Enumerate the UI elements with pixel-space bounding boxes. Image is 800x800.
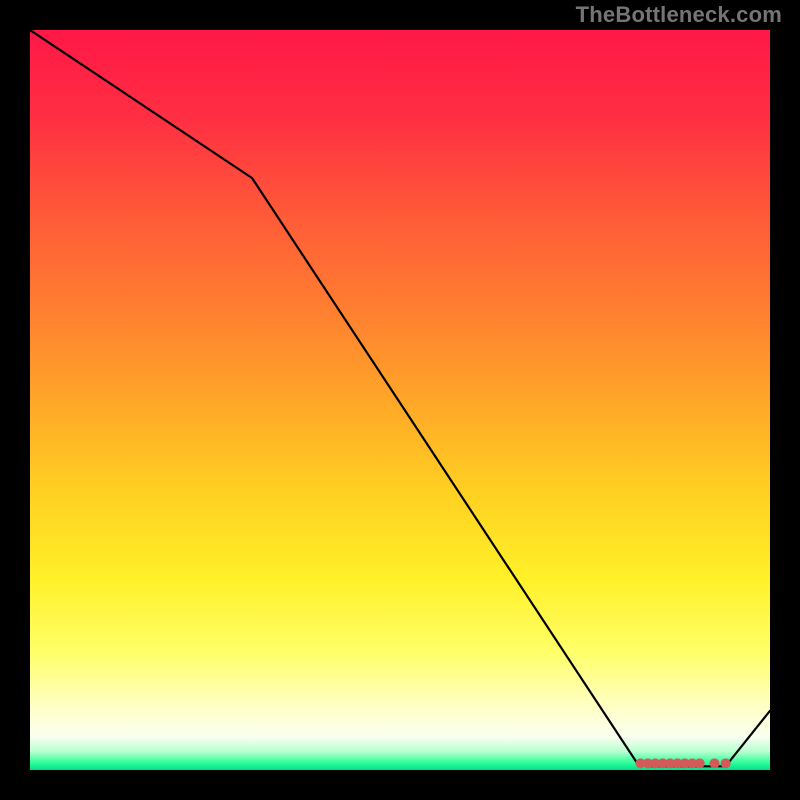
chart-background <box>30 30 770 770</box>
marker-point <box>710 758 720 768</box>
chart-container: TheBottleneck.com <box>0 0 800 800</box>
attribution-label: TheBottleneck.com <box>576 2 782 28</box>
marker-group <box>636 758 731 768</box>
bottleneck-chart <box>30 30 770 770</box>
marker-point <box>695 758 705 768</box>
marker-point <box>721 758 731 768</box>
